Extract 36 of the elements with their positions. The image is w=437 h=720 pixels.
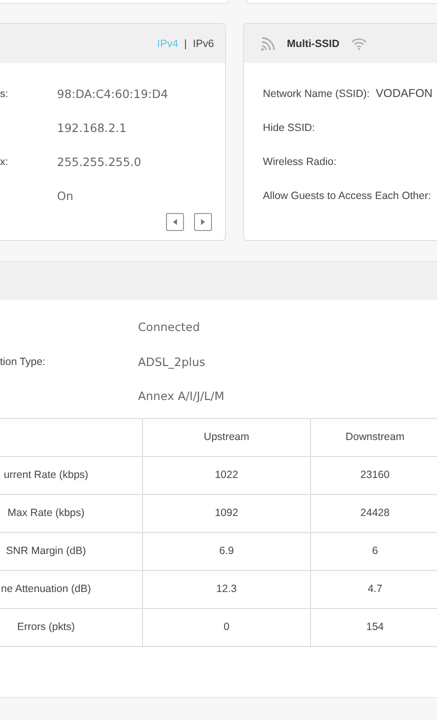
table-cell: 1022 [142,456,310,494]
field-value: 192.168.2.1 [57,121,126,135]
signal-arcs-icon [260,36,275,50]
row-label: ne Attenuation (dB) [0,570,142,608]
field-label: Allow Guests to Access Each Other: [262,190,431,202]
left-triangle-icon [170,218,179,226]
field-label: Hide SSID: [262,122,315,134]
field-value: 98:DA:C4:60:19:D4 [57,87,168,101]
field-label: x: [0,156,10,168]
table-cell: 12.3 [142,570,310,608]
field-label: s: [0,88,10,100]
field-label: tion Type: [0,356,46,368]
table-cell: 1092 [142,494,310,532]
field-label: Network Name (SSID): [262,88,370,100]
field-value: 255.255.255.0 [57,155,142,169]
tab-separator: | [184,38,187,50]
wifi-icon [351,38,368,50]
right-triangle-icon [198,218,207,226]
ip-version-tab[interactable]: IPv6 [192,38,214,50]
field-value: VODAFON [376,88,433,100]
field-value: Connected [138,320,200,334]
row-label: SNR Margin (dB) [0,532,142,570]
row-label: Max Rate (kbps) [0,494,142,532]
card-title: Multi-SSID [286,38,340,50]
table-cell: 0 [142,608,310,646]
field-label: Wireless Radio: [262,156,336,168]
table-cell: 6.9 [142,532,310,570]
column-header: Downstream [310,418,437,456]
column-header: Upstream [142,418,310,456]
previous-button[interactable] [166,213,184,231]
field-value: Annex A/I/J/L/M [138,389,224,404]
next-button[interactable] [194,213,212,231]
field-value: On [57,189,74,203]
row-label: urrent Rate (kbps) [0,456,142,494]
row-label: Errors (pkts) [0,608,142,646]
field-value: ADSL_2plus [138,354,206,369]
